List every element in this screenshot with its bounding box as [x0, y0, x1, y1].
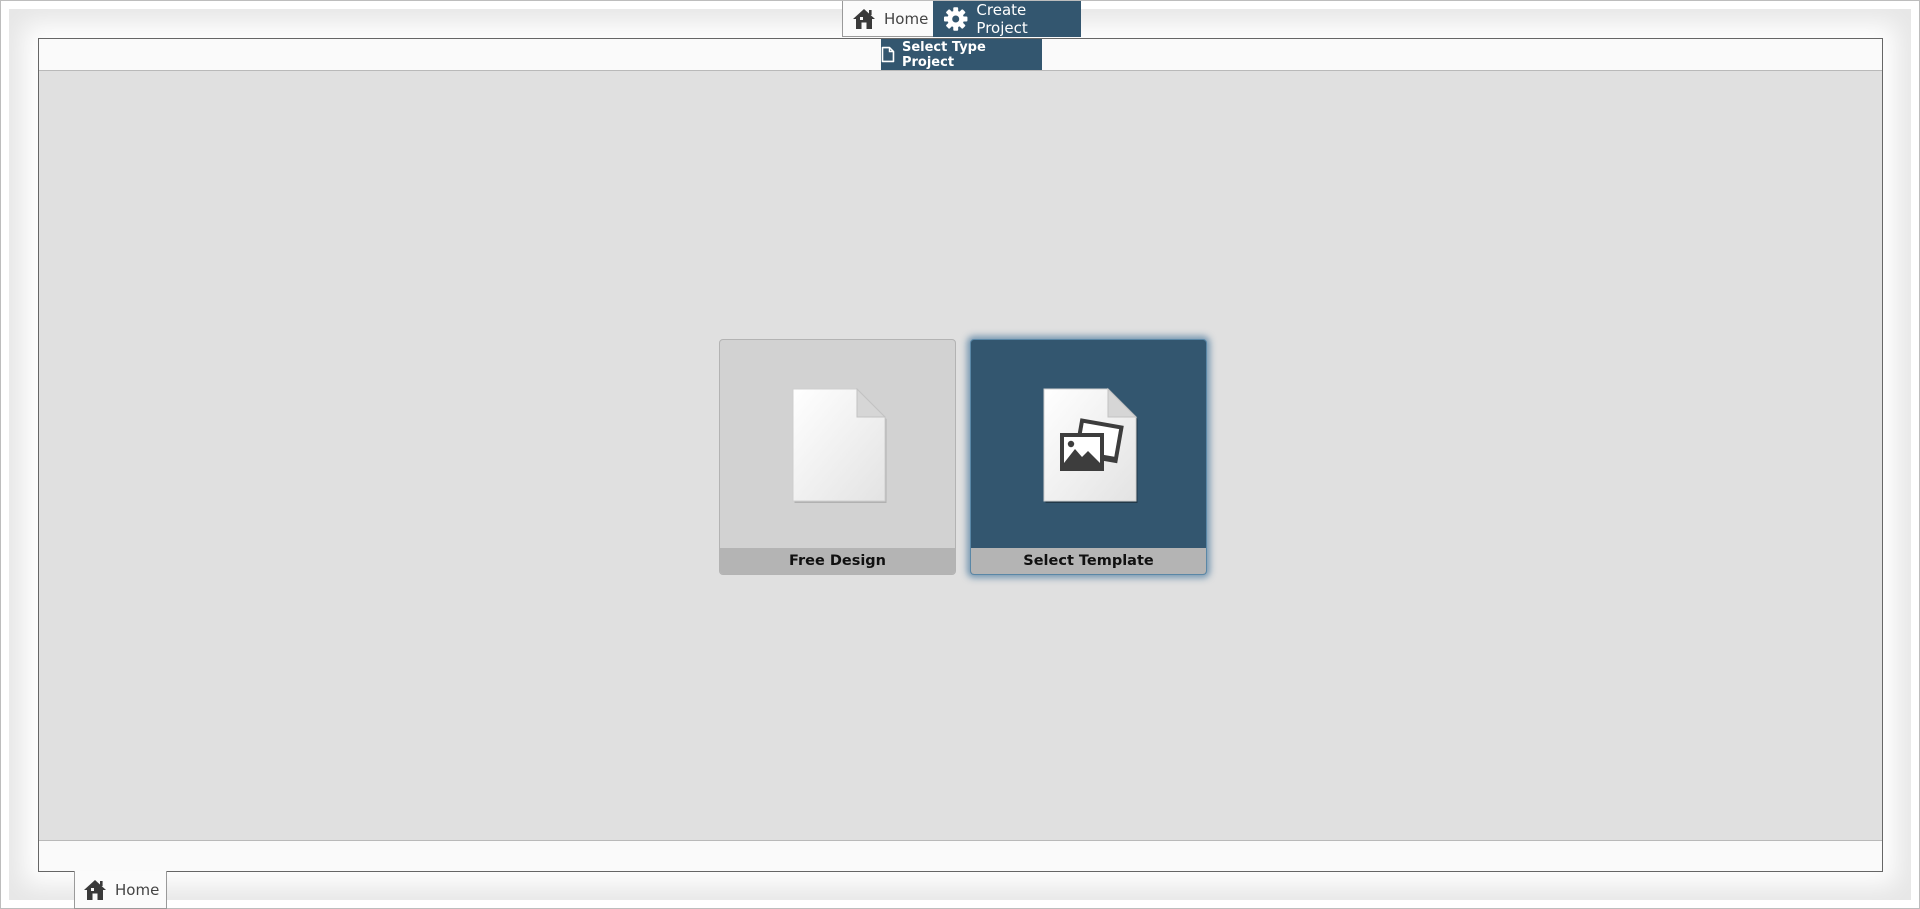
top-tab-bar: Home Create Project	[842, 1, 1081, 37]
free-design-option[interactable]: Free Design	[719, 339, 956, 575]
home-icon	[853, 8, 875, 29]
subtab-label: Select Type Project	[901, 39, 986, 70]
free-design-label: Free Design	[720, 548, 955, 574]
tab-home-label: Home	[884, 9, 929, 28]
select-template-option[interactable]: Select Template	[970, 339, 1207, 575]
tab-create-project[interactable]: Create Project	[933, 1, 1081, 37]
blank-page-icon	[792, 387, 887, 503]
app-window: Home Create Project Select Type Project …	[0, 0, 1920, 909]
gear-icon	[943, 7, 968, 31]
template-page-icon	[1043, 387, 1138, 503]
subtab-select-type-project[interactable]: Select Type Project	[881, 39, 1042, 70]
panel-header: Select Type Project	[39, 39, 1882, 71]
home-icon	[84, 879, 106, 900]
main-panel: Select Type Project Free Design Select T…	[38, 38, 1883, 872]
document-icon	[881, 46, 895, 63]
select-template-label: Select Template	[971, 548, 1206, 574]
panel-footer	[39, 840, 1882, 871]
tab-home[interactable]: Home	[842, 1, 933, 37]
bottom-tab-home-label: Home	[115, 880, 160, 899]
tab-create-project-label: Create Project	[976, 1, 1028, 37]
bottom-tab-home[interactable]: Home	[74, 871, 167, 909]
